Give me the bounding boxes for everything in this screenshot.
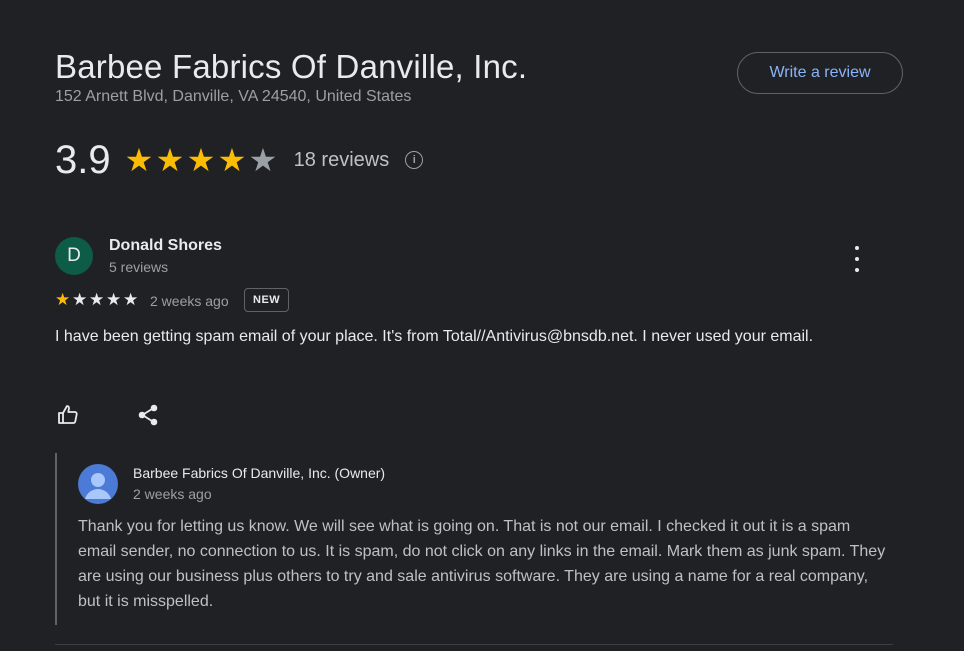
share-icon[interactable]	[135, 402, 161, 428]
review-text: I have been getting spam email of your p…	[55, 328, 814, 345]
star-empty-icon: ★	[89, 290, 105, 309]
rating-summary: 3.9 ★ ★ ★ ★ ★ 18 reviews i	[55, 138, 424, 182]
reviewer-avatar[interactable]: D	[55, 237, 93, 275]
star-filled-icon: ★	[186, 142, 216, 178]
owner-reply-text: Thank you for letting us know. We will s…	[78, 518, 886, 610]
rating-value: 3.9	[55, 138, 111, 182]
more-vert-icon[interactable]	[847, 246, 867, 272]
star-filled-icon: ★	[55, 290, 71, 309]
review-stars: ★ ★ ★ ★ ★	[55, 291, 140, 308]
owner-reply: Barbee Fabrics Of Danville, Inc. (Owner)…	[55, 453, 907, 625]
star-empty-icon: ★	[106, 290, 122, 309]
star-filled-icon: ★	[217, 142, 247, 178]
star-empty-icon: ★	[123, 290, 139, 309]
reviewer-review-count: 5 reviews	[109, 259, 169, 275]
business-name: Barbee Fabrics Of Danville, Inc.	[55, 48, 528, 85]
star-filled-icon: ★	[124, 142, 154, 178]
star-empty-icon: ★	[72, 290, 88, 309]
review-time: 2 weeks ago	[150, 293, 229, 309]
owner-name: Barbee Fabrics Of Danville, Inc. (Owner)	[133, 465, 386, 481]
owner-reply-time: 2 weeks ago	[133, 486, 212, 502]
star-empty-icon: ★	[248, 142, 278, 178]
review-actions	[55, 402, 215, 428]
star-filled-icon: ★	[155, 142, 185, 178]
info-icon[interactable]: i	[405, 151, 424, 169]
person-icon	[78, 464, 118, 504]
rating-stars: ★ ★ ★ ★ ★	[125, 144, 280, 176]
business-address: 152 Arnett Blvd, Danville, VA 24540, Uni…	[55, 88, 412, 105]
reviewer-name[interactable]: Donald Shores	[109, 237, 222, 255]
review-count[interactable]: 18 reviews	[294, 149, 390, 172]
business-header: Barbee Fabrics Of Danville, Inc. 152 Arn…	[55, 48, 527, 106]
divider	[55, 644, 893, 645]
write-review-button[interactable]: Write a review	[737, 52, 903, 94]
new-badge: NEW	[244, 288, 290, 312]
thumb-up-icon[interactable]	[55, 402, 81, 428]
